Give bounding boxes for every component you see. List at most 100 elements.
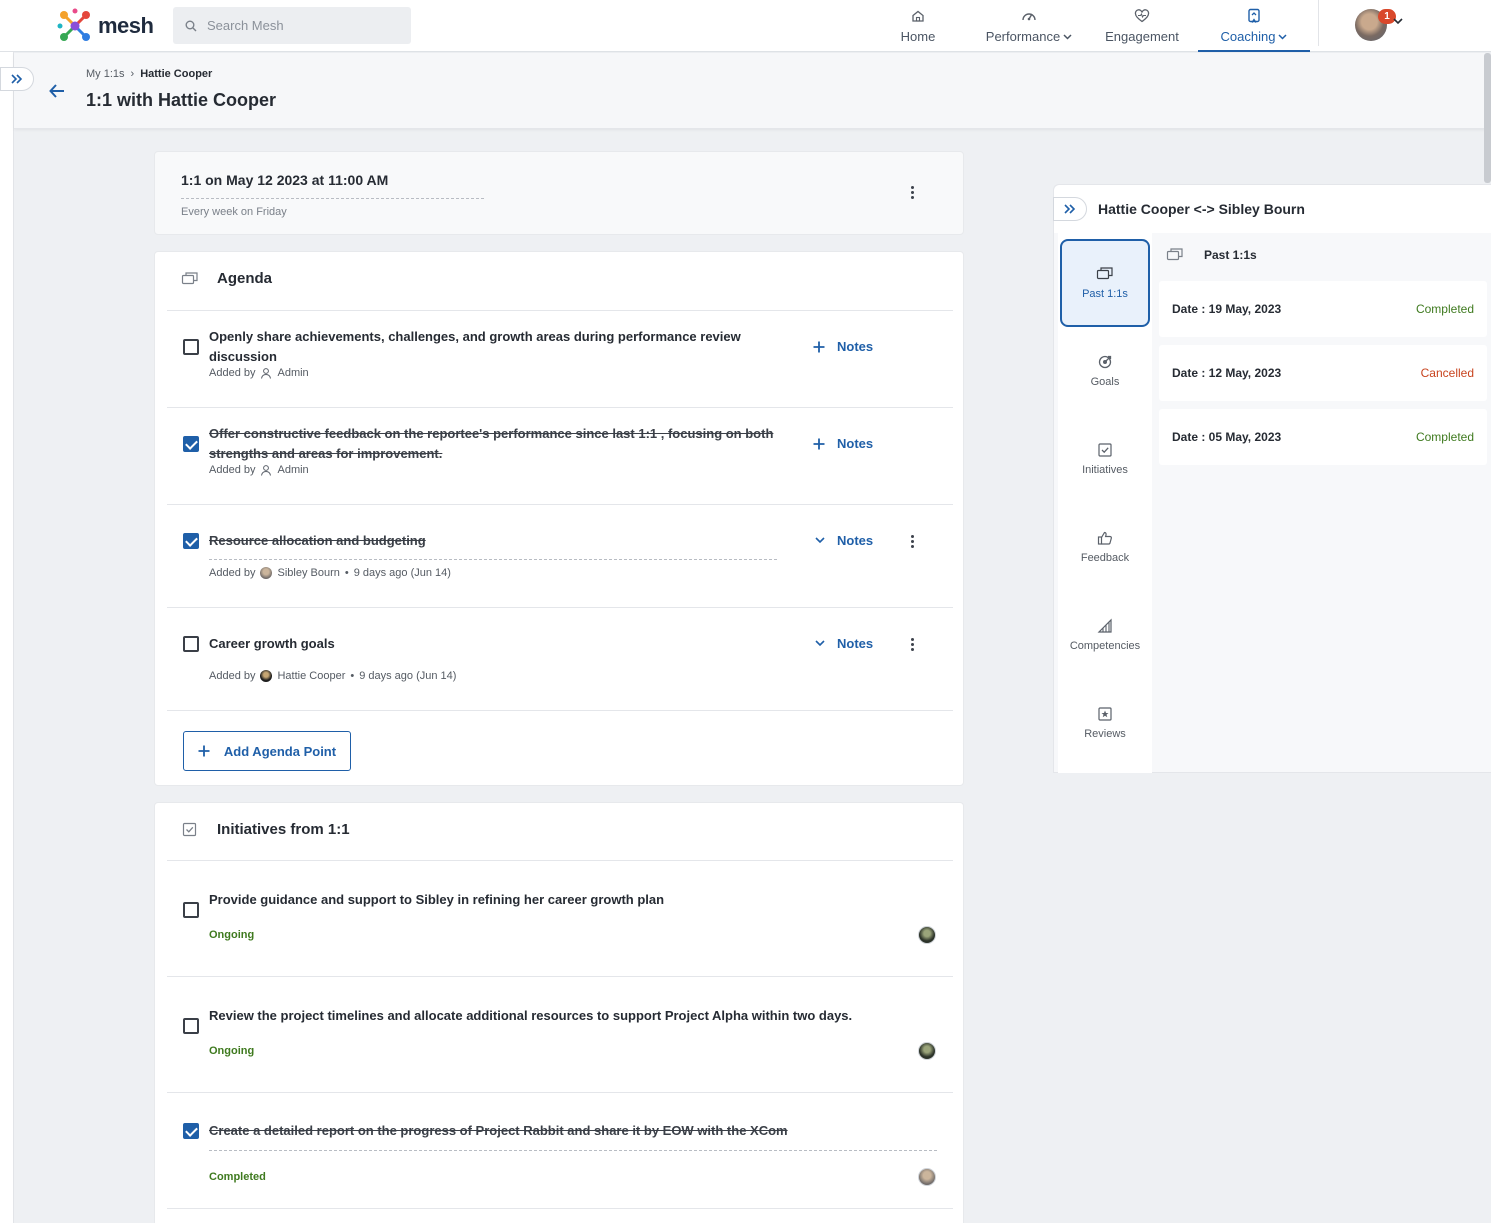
agenda-item-text[interactable]: Openly share achievements, challenges, a…	[209, 327, 741, 367]
added-time: 9 days ago (Jun 14)	[353, 567, 451, 579]
initiative-item: Create a detailed report on the progress…	[155, 1093, 965, 1208]
initiatives-card: Initiatives from 1:1 Provide guidance an…	[154, 802, 964, 1223]
nav-coaching[interactable]: Coaching	[1198, 0, 1310, 52]
agenda-item-checkbox[interactable]	[183, 533, 199, 549]
chevron-down-icon	[1278, 33, 1287, 40]
page-scrollbar[interactable]	[1484, 53, 1491, 183]
toggle-notes-button[interactable]: Notes	[815, 636, 873, 651]
user-icon	[261, 368, 272, 379]
checkbox-icon	[1098, 443, 1112, 457]
initiative-text[interactable]: Create a detailed report on the progress…	[209, 1121, 788, 1141]
chevron-down-icon[interactable]	[1393, 18, 1403, 25]
past-meeting-date: Date : 05 May, 2023	[1172, 430, 1282, 444]
back-arrow-icon[interactable]	[48, 82, 66, 100]
search-input[interactable]	[207, 18, 387, 33]
chat-icon	[181, 271, 198, 284]
expand-sidebar-button[interactable]	[0, 67, 34, 91]
chevron-down-icon	[815, 537, 825, 544]
tab-reviews[interactable]: Reviews	[1060, 679, 1150, 767]
agenda-item-checkbox[interactable]	[183, 436, 199, 452]
breadcrumb-parent[interactable]: My 1:1s	[86, 68, 125, 80]
notes-label: Notes	[837, 339, 874, 354]
agenda-item-more-menu-icon[interactable]	[907, 535, 917, 548]
initiative-item: Review the project timelines and allocat…	[155, 977, 965, 1092]
nav-performance-label: Performance	[985, 29, 1061, 44]
initiatives-header: Initiatives from 1:1	[181, 821, 350, 838]
meeting-title-underline	[181, 198, 484, 199]
notes-label: Notes	[837, 533, 874, 548]
agenda-item-text[interactable]: Offer constructive feedback on the repor…	[209, 424, 773, 464]
app-name: mesh	[98, 13, 154, 38]
past-meeting-item[interactable]: Date : 12 May, 2023 Cancelled	[1159, 345, 1487, 401]
add-agenda-point-button[interactable]: Add Agenda Point	[183, 731, 351, 771]
tab-initiatives[interactable]: Initiatives	[1060, 415, 1150, 503]
initiative-status: Completed	[209, 1171, 266, 1183]
divider	[167, 710, 953, 711]
collapse-panel-button[interactable]	[1053, 197, 1087, 221]
initiative-checkbox[interactable]	[183, 902, 199, 918]
tab-feedback[interactable]: Feedback	[1060, 503, 1150, 591]
initiative-text[interactable]: Provide guidance and support to Sibley i…	[209, 890, 664, 910]
performance-icon	[1020, 8, 1038, 24]
tab-label: Past 1:1s	[1082, 288, 1128, 300]
agenda-title: Agenda	[217, 270, 273, 287]
nav-engagement[interactable]: Engagement	[1103, 0, 1181, 52]
agenda-item: Career growth goals Added by Hattie Coop…	[155, 608, 965, 710]
added-by: Added by Hattie Cooper • 9 days ago (Jun…	[209, 670, 456, 682]
toggle-notes-button[interactable]: Notes	[815, 533, 873, 548]
double-chevron-right-icon	[1064, 204, 1076, 214]
added-by-label: Added by	[209, 670, 256, 682]
added-by-name: Sibley Bourn	[277, 567, 340, 579]
nav-coaching-label: Coaching	[1220, 29, 1276, 44]
left-rail	[0, 52, 14, 1223]
added-by-name: Hattie Cooper	[277, 670, 346, 682]
divider	[167, 1208, 953, 1209]
page-title: 1:1 with Hattie Cooper	[86, 90, 277, 110]
nav-engagement-label: Engagement	[1105, 29, 1179, 44]
owner-avatar[interactable]	[918, 1168, 936, 1186]
initiative-checkbox[interactable]	[183, 1123, 199, 1139]
past-meeting-item[interactable]: Date : 19 May, 2023 Completed	[1159, 281, 1487, 337]
tab-past-1-1s[interactable]: Past 1:1s	[1060, 239, 1150, 327]
nav-performance[interactable]: Performance	[983, 0, 1075, 52]
added-by: Added by Sibley Bourn • 9 days ago (Jun …	[209, 567, 451, 579]
add-notes-button[interactable]: Notes	[813, 339, 873, 354]
agenda-item-checkbox[interactable]	[183, 339, 199, 355]
add-notes-button[interactable]: Notes	[813, 436, 873, 451]
competencies-icon	[1097, 618, 1112, 633]
search-box[interactable]	[173, 7, 411, 44]
tab-label: Feedback	[1080, 552, 1130, 564]
side-panel-tabs: Past 1:1s Goals Initiatives Feedback Com…	[1058, 233, 1152, 773]
past-meeting-status: Completed	[1415, 430, 1474, 444]
agenda-item-text[interactable]: Resource allocation and budgeting	[209, 531, 426, 551]
side-panel: Hattie Cooper <-> Sibley Bourn Past 1:1s…	[1053, 184, 1491, 773]
owner-avatar[interactable]	[918, 1042, 936, 1060]
meeting-more-menu-icon[interactable]	[907, 186, 917, 199]
meeting-recurrence: Every week on Friday	[181, 206, 287, 218]
owner-avatar[interactable]	[918, 926, 936, 944]
past-meeting-date: Date : 19 May, 2023	[1172, 302, 1282, 316]
tab-competencies[interactable]: Competencies	[1060, 591, 1150, 679]
meeting-card: 1:1 on May 12 2023 at 11:00 AM Every wee…	[154, 151, 964, 235]
dot-separator: •	[344, 567, 349, 579]
mesh-logo-icon	[57, 8, 90, 41]
nav-home[interactable]: Home	[893, 0, 943, 52]
agenda-item-checkbox[interactable]	[183, 636, 199, 652]
agenda-item-more-menu-icon[interactable]	[907, 638, 917, 651]
initiative-item: Provide guidance and support to Sibley i…	[155, 861, 965, 976]
agenda-item-text[interactable]: Career growth goals	[209, 634, 335, 654]
initiative-text[interactable]: Review the project timelines and allocat…	[209, 1006, 852, 1026]
agenda-item: Resource allocation and budgeting Added …	[155, 505, 965, 607]
double-chevron-right-icon	[11, 74, 23, 84]
mesh-logo[interactable]: mesh	[56, 7, 154, 45]
agenda-card: Agenda Openly share achievements, challe…	[154, 251, 964, 786]
past-1-1s-title: Past 1:1s	[1204, 248, 1257, 262]
agenda-item: Openly share achievements, challenges, a…	[155, 311, 965, 407]
avatar	[260, 670, 273, 682]
breadcrumb: My 1:1s › Hattie Cooper	[86, 68, 212, 80]
meeting-title[interactable]: 1:1 on May 12 2023 at 11:00 AM	[181, 172, 388, 188]
initiative-checkbox[interactable]	[183, 1018, 199, 1034]
past-meeting-status: Cancelled	[1420, 366, 1474, 380]
past-meeting-item[interactable]: Date : 05 May, 2023 Completed	[1159, 409, 1487, 465]
tab-goals[interactable]: Goals	[1060, 327, 1150, 415]
